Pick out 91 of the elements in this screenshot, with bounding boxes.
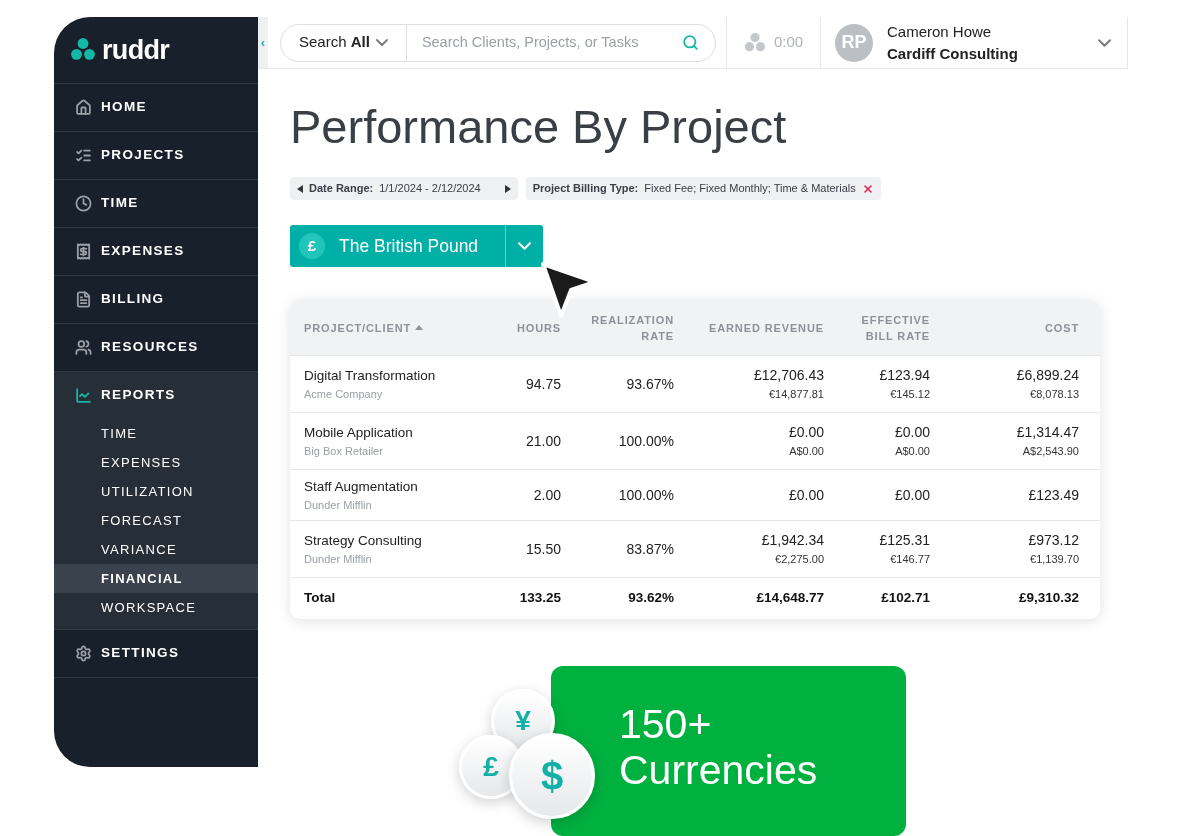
logo-icon [70, 37, 96, 63]
table-cell-text: £123.49 [1028, 485, 1079, 505]
chevron-icon [375, 39, 388, 46]
table-cell-text: £0.00 [788, 485, 824, 505]
nav-subitem[interactable]: FORECAST [54, 506, 258, 535]
clock-icon [75, 195, 92, 212]
nav-subitem[interactable]: TIME [54, 419, 258, 448]
search-field[interactable]: Search Clients, Projects, or Tasks [406, 31, 682, 54]
table-cell-text: £12,706.43 [753, 366, 824, 386]
user-menu[interactable]: RP Cameron Howe Cardiff Consulting [820, 17, 1127, 68]
table-cell-text: £0.00 [894, 423, 930, 443]
table-cell-text: 2.00 [533, 485, 561, 505]
table-cell-text: 83.87% [626, 539, 674, 559]
table-cell-text: £125.31 [879, 531, 930, 551]
avatar: RP [835, 23, 873, 62]
receipt-icon [75, 243, 92, 260]
nav-item[interactable]: BILLING [54, 276, 258, 323]
line-chart-icon [75, 387, 92, 404]
total-cell-text: 93.62% [627, 589, 674, 608]
nav-item[interactable]: PROJECTS [54, 132, 258, 179]
nav-subitem[interactable]: FINANCIAL [54, 564, 258, 593]
total-label: Total [304, 589, 337, 608]
nav-item[interactable]: RESOURCES [54, 324, 258, 371]
chevron-icon[interactable] [518, 242, 531, 250]
close-icon[interactable] [861, 182, 874, 195]
checklist-icon [75, 147, 92, 164]
table-cell-text: £1,314.47 [1016, 423, 1079, 443]
table-cell-subvalue: €1,139.70 [1030, 552, 1079, 568]
sort-ascending-icon [415, 325, 424, 330]
next-icon [504, 184, 511, 193]
table-cell-subvalue: A$2,543.90 [1022, 444, 1079, 460]
currency-label: The British Pound [339, 234, 480, 258]
total-cell-text: £102.71 [880, 589, 930, 608]
project-name[interactable]: Staff Augmentation [304, 476, 481, 497]
nav-subitem[interactable]: EXPENSES [54, 448, 258, 477]
table-cell-text: £0.00 [788, 423, 824, 443]
table-cell-text: 93.67% [626, 374, 674, 394]
table-cell-subvalue: €2,275.00 [775, 552, 824, 568]
project-name[interactable]: Mobile Application [304, 422, 481, 443]
nav-subitem[interactable]: UTILIZATION [54, 477, 258, 506]
table-cell-text: £6,899.24 [1016, 366, 1079, 386]
client-name: Acme Company [304, 386, 384, 402]
search-icon [682, 34, 699, 51]
table-cell-subvalue: €14,877.81 [768, 387, 824, 403]
nav-item[interactable]: EXPENSES [54, 228, 258, 275]
chevron-icon [1098, 38, 1111, 47]
timer-text: 0:00 [773, 32, 804, 53]
table-cell-text: 21.00 [525, 431, 561, 451]
timer-icon [743, 31, 766, 54]
nav-item[interactable]: REPORTS [54, 372, 258, 419]
table-cell-subvalue: A$0.00 [789, 444, 824, 460]
page-title: Performance By Project [290, 99, 788, 155]
nav-item[interactable]: SETTINGS [54, 630, 258, 677]
table-cell-subvalue: €146.77 [890, 552, 930, 568]
company-name: Cardiff Consulting [887, 43, 1019, 64]
total-cell-text: £14,648.77 [755, 589, 824, 608]
nav-item[interactable]: HOME [54, 84, 258, 131]
table-cell-subvalue: A$0.00 [895, 444, 930, 460]
search-scope-dropdown[interactable]: Search All [281, 24, 407, 61]
nav-subitem[interactable]: WORKSPACE [54, 593, 258, 622]
filter-chip[interactable]: Project Billing Type: Fixed Fee; Fixed Monthly; Time & Materials [525, 177, 881, 200]
filter-chip[interactable]: Date Range: 1/1/2024 - 2/12/2024 [290, 177, 518, 200]
table-cell-subvalue: €8,078.13 [1030, 387, 1079, 403]
table-cell-text: 94.75 [525, 374, 561, 394]
promo-text: Currencies [619, 747, 819, 793]
currency-symbol: £ [299, 233, 325, 259]
table-cell-text: 15.50 [525, 539, 561, 559]
document-icon [75, 291, 92, 308]
table-cell-subvalue: €145.12 [890, 387, 930, 403]
nav-subitem[interactable]: VARIANCE [54, 535, 258, 564]
table-cell-text: £0.00 [894, 485, 930, 505]
logo-text: ruddr [102, 33, 170, 67]
table-cell-text: 100.00% [618, 485, 674, 505]
project-name[interactable]: Digital Transformation [304, 365, 481, 386]
client-name: Dunder Mifflin [304, 551, 373, 567]
people-icon [75, 339, 92, 356]
table-cell-text: £123.94 [879, 366, 930, 386]
total-cell-text: £9,310.32 [1017, 589, 1079, 608]
nav-item[interactable]: TIME [54, 180, 258, 227]
home-icon [75, 99, 92, 116]
user-name: Cameron Howe [887, 21, 993, 42]
project-name[interactable]: Strategy Consulting [304, 530, 481, 551]
promo-text: 150+ [619, 701, 713, 747]
settings-icon [75, 645, 92, 662]
table-cell-text: £1,942.34 [761, 531, 824, 551]
previous-icon [297, 184, 303, 193]
table-cell-text: £973.12 [1028, 531, 1079, 551]
client-name: Big Box Retailer [304, 443, 384, 459]
total-cell-text: 133.25 [518, 589, 561, 608]
table-cell-text: 100.00% [618, 431, 674, 451]
client-name: Dunder Mifflin [304, 497, 373, 513]
